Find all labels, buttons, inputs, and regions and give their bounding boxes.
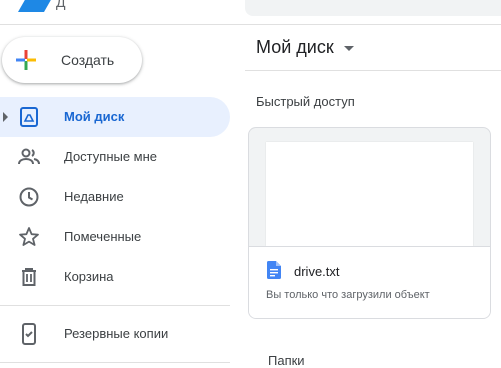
sidebar-item-label: Резервные копии [64,326,169,341]
page-title-dropdown[interactable]: Мой диск [256,37,354,58]
sidebar-item-label: Помеченные [64,229,142,244]
sidebar-item-backups[interactable]: Резервные копии [0,314,230,354]
sidebar-item-starred[interactable]: Помеченные [0,217,230,257]
search-bar[interactable] [245,0,501,16]
sidebar-nav: Мой диск Доступные мне Недавние Помеченн… [0,97,230,297]
sidebar-item-trash[interactable]: Корзина [0,257,230,297]
main-divider [245,70,501,71]
dropdown-arrow-icon [343,45,354,51]
quick-access-card[interactable]: drive.txt Вы только что загрузили объект [248,127,491,319]
create-button-label: Создать [61,52,115,68]
sidebar-item-recent[interactable]: Недавние [0,177,230,217]
doc-file-icon [267,261,281,279]
sidebar-divider [0,305,230,306]
sidebar-item-shared[interactable]: Доступные мне [0,137,230,177]
top-header: Д [0,0,501,25]
file-subtitle: Вы только что загрузили объект [266,289,430,301]
trash-icon [22,268,36,286]
create-button[interactable]: Создать [2,37,142,83]
people-icon [18,148,40,165]
sidebar-item-label: Недавние [64,189,124,204]
drive-logo-icon[interactable] [12,0,52,12]
sidebar-item-my-drive[interactable]: Мой диск [0,97,230,137]
my-drive-icon [20,107,38,127]
sidebar-divider [0,362,230,363]
sidebar-item-label: Доступные мне [64,149,158,164]
star-icon [19,227,39,246]
file-name: drive.txt [294,264,340,279]
app-name: Д [56,0,66,10]
expand-caret-icon[interactable] [3,112,8,122]
clock-icon [19,187,39,207]
folders-heading: Папки [268,353,305,368]
sidebar-item-label: Корзина [64,269,114,284]
backup-icon [22,323,36,345]
page-title: Мой диск [256,37,334,57]
file-info: drive.txt Вы только что загрузили объект [249,246,490,318]
plus-multicolor-icon [16,50,36,70]
quick-access-heading: Быстрый доступ [256,94,355,109]
file-preview [266,142,473,246]
sidebar-item-label: Мой диск [64,109,125,124]
